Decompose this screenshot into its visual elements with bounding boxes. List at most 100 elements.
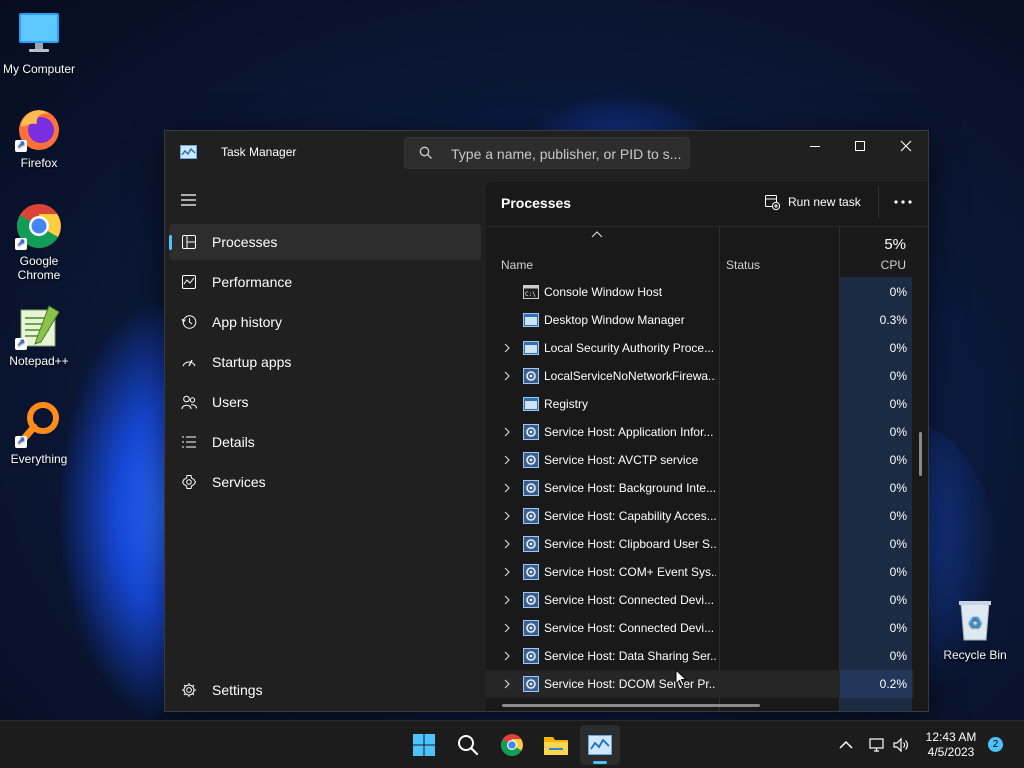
column-header-status[interactable]: Status (726, 258, 760, 272)
taskbar-chrome-button[interactable] (492, 725, 532, 765)
notification-badge[interactable]: 2 (988, 737, 1003, 752)
expand-chevron-icon[interactable] (503, 595, 511, 605)
title-bar[interactable]: Task Manager (165, 131, 928, 177)
toolbar-divider (878, 186, 879, 218)
process-row[interactable]: C:\ Console Window Host 0% (486, 278, 914, 306)
expand-chevron-icon[interactable] (503, 651, 511, 661)
expand-chevron-icon[interactable] (503, 483, 511, 493)
hamburger-menu-icon[interactable] (180, 193, 198, 207)
process-row[interactable]: Service Host: Background Inte... 0% (486, 474, 914, 502)
service-gear-icon (523, 564, 539, 580)
desktop-icon-recycle-bin[interactable]: ♻ Recycle Bin (935, 596, 1015, 662)
sidebar-item-details[interactable]: Details (169, 424, 481, 460)
service-gear-icon (523, 620, 539, 636)
settings-gear-icon (182, 683, 196, 697)
expand-chevron-icon[interactable] (503, 371, 511, 381)
process-row[interactable]: Service Host: DCOM Server Pr... 0.2% (486, 670, 914, 698)
notepadpp-icon: ↗ (15, 302, 63, 350)
desktop-icon-chrome[interactable]: ↗ Google Chrome (0, 202, 79, 282)
startup-icon (182, 359, 196, 367)
process-name: Registry (544, 397, 589, 411)
desktop-icon-firefox[interactable]: ↗ Firefox (0, 104, 79, 170)
expand-chevron-icon[interactable] (503, 567, 511, 577)
expand-chevron-icon[interactable] (503, 343, 511, 353)
start-button[interactable] (404, 725, 444, 765)
desktop-icon-notepadpp[interactable]: ↗ Notepad++ (0, 302, 79, 368)
taskbar-file-explorer-button[interactable] (536, 725, 576, 765)
sidebar-item-performance[interactable]: Performance (169, 264, 481, 300)
more-options-button[interactable] (889, 190, 917, 214)
chrome-icon (501, 734, 523, 756)
search-box[interactable] (404, 137, 690, 169)
minimize-button[interactable] (792, 131, 838, 161)
process-row[interactable]: LocalServiceNoNetworkFirewa... 0% (486, 362, 914, 390)
desktop-icon-my-computer[interactable]: My Computer (0, 10, 79, 76)
sidebar-item-services[interactable]: Services (169, 464, 481, 500)
window-app-icon (523, 313, 539, 327)
expand-chevron-icon[interactable] (503, 623, 511, 633)
process-row[interactable]: Service Host: AVCTP service 0% (486, 446, 914, 474)
expand-chevron-icon[interactable] (503, 539, 511, 549)
search-icon (458, 735, 479, 756)
process-row[interactable]: Registry 0% (486, 390, 914, 418)
taskbar-search-button[interactable] (448, 725, 488, 765)
column-header-row: Name Status 5% CPU (486, 227, 914, 277)
process-cpu: 0% (889, 565, 907, 579)
expand-chevron-icon[interactable] (503, 427, 511, 437)
expand-chevron-icon[interactable] (503, 511, 511, 521)
sidebar-item-app-history[interactable]: App history (169, 304, 481, 340)
process-cpu: 0% (889, 341, 907, 355)
sidebar-item-processes[interactable]: Processes (169, 224, 481, 260)
column-header-cpu[interactable]: CPU (881, 258, 906, 272)
sidebar-item-users[interactable]: Users (169, 384, 481, 420)
process-row[interactable]: Service Host: Application Infor... 0% (486, 418, 914, 446)
sidebar-item-label: App history (212, 314, 283, 330)
process-cpu: 0% (889, 621, 907, 635)
process-row[interactable]: Service Host: COM+ Event Sys... 0% (486, 558, 914, 586)
sidebar-item-settings[interactable]: Settings (169, 672, 481, 708)
taskbar-clock[interactable]: 12:43 AM 4/5/2023 (918, 730, 984, 760)
window-app-icon (523, 397, 539, 411)
process-list: C:\ Console Window Host 0% Desktop Window M… (486, 278, 914, 698)
expand-chevron-icon[interactable] (503, 679, 511, 689)
run-task-icon (765, 195, 780, 210)
process-cpu: 0% (889, 649, 907, 663)
horizontal-scrollbar-thumb[interactable] (502, 704, 760, 707)
close-button[interactable] (883, 131, 929, 161)
maximize-icon (855, 141, 865, 151)
recycle-bin-icon: ♻ (951, 596, 999, 644)
svg-text:♻: ♻ (968, 613, 982, 632)
run-new-task-button[interactable]: Run new task (764, 188, 861, 216)
show-hidden-icons-chevron-icon[interactable] (837, 736, 855, 754)
process-cpu: 0% (889, 509, 907, 523)
maximize-button[interactable] (837, 131, 883, 161)
desktop-icon-everything[interactable]: ↗ Everything (0, 400, 79, 466)
window-title: Task Manager (221, 145, 297, 159)
network-icon[interactable] (868, 736, 886, 754)
process-row[interactable]: Service Host: Connected Devi... 0% (486, 614, 914, 642)
process-name: Service Host: Background Inte... (544, 481, 716, 495)
process-row[interactable]: Local Security Authority Proce... 0% (486, 334, 914, 362)
process-row[interactable]: Service Host: Data Sharing Ser... 0% (486, 642, 914, 670)
taskbar-task-manager-button[interactable] (580, 725, 620, 765)
process-row[interactable]: Desktop Window Manager 0.3% (486, 306, 914, 334)
process-row[interactable]: Service Host: Clipboard User S... 0% (486, 530, 914, 558)
console-icon: C:\ (523, 285, 539, 299)
performance-icon (182, 275, 196, 289)
sort-ascending-icon[interactable] (591, 230, 603, 238)
chrome-icon: ↗ (15, 202, 63, 250)
run-new-task-label: Run new task (788, 195, 861, 209)
shortcut-arrow-icon: ↗ (15, 140, 27, 152)
volume-icon[interactable] (892, 736, 910, 754)
column-header-name[interactable]: Name (501, 258, 533, 272)
process-row[interactable]: Service Host: Connected Devi... 0% (486, 586, 914, 614)
expand-chevron-icon[interactable] (503, 455, 511, 465)
sidebar-item-startup-apps[interactable]: Startup apps (169, 344, 481, 380)
search-input[interactable] (451, 144, 681, 164)
service-gear-icon (523, 592, 539, 608)
taskbar: 12:43 AM 4/5/2023 2 (0, 720, 1024, 768)
process-row[interactable]: Service Host: Capability Acces... 0% (486, 502, 914, 530)
vertical-scrollbar-thumb[interactable] (919, 432, 922, 476)
process-name: Service Host: Data Sharing Ser... (544, 649, 716, 663)
process-name: Service Host: Connected Devi... (544, 621, 715, 635)
